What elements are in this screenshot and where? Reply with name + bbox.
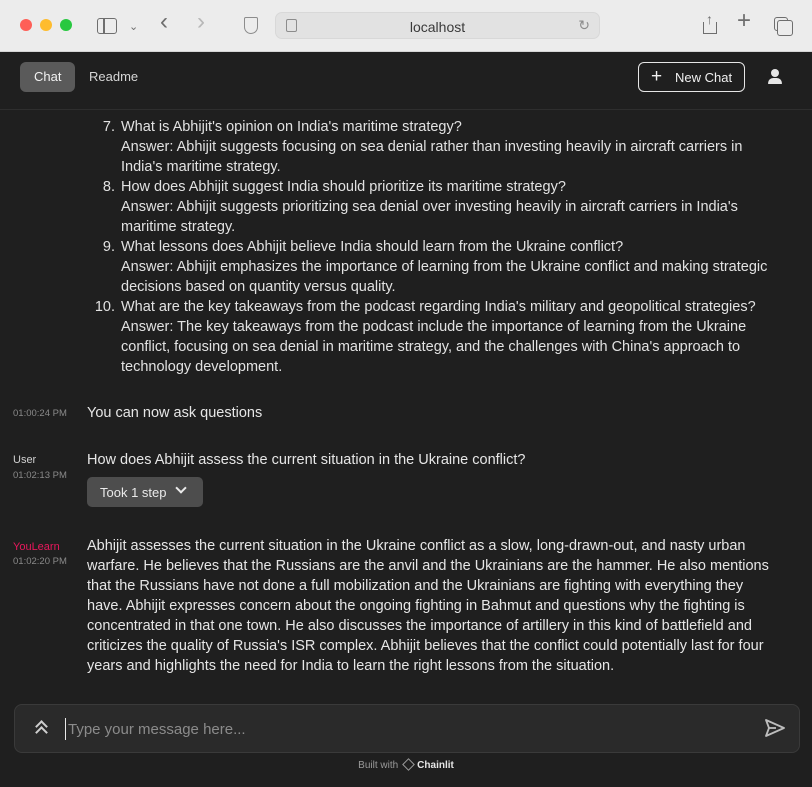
new-chat-label: New Chat <box>675 70 733 85</box>
expand-icon[interactable] <box>35 720 49 739</box>
built-with-text: Built with <box>358 760 399 771</box>
new-chat-button[interactable]: + New Chat <box>638 62 745 92</box>
message-timestamp: 01:02:20 PM <box>13 556 67 567</box>
message-input[interactable] <box>65 718 725 740</box>
user-icon[interactable] <box>766 68 784 86</box>
list-item: 7. What is Abhijit's opinion on India's … <box>102 119 743 175</box>
message-timestamp: 01:00:24 PM <box>13 408 67 419</box>
back-icon[interactable]: ‹ <box>160 10 168 34</box>
forward-icon[interactable]: › <box>197 10 205 34</box>
minimize-window-button[interactable] <box>40 19 52 31</box>
browser-toolbar: ⌄ ‹ › localhost ↻ ↑ + <box>0 0 812 52</box>
message-text: How does Abhijit assess the current situ… <box>87 452 526 468</box>
tabs-icon[interactable] <box>774 17 793 36</box>
list-item: 10. What are the key takeaways from the … <box>94 299 756 375</box>
sidebar-icon[interactable] <box>97 18 117 34</box>
plus-icon: + <box>651 66 663 87</box>
chevron-down-icon[interactable]: ⌄ <box>129 16 138 38</box>
reload-icon[interactable]: ↻ <box>578 17 590 34</box>
message-author: YouLearn <box>13 541 60 553</box>
tab-chat[interactable]: Chat <box>20 62 76 92</box>
step-label: Took 1 step <box>100 485 167 500</box>
plus-icon[interactable]: + <box>737 9 751 33</box>
shield-icon[interactable] <box>244 17 258 34</box>
message-composer <box>14 704 800 753</box>
message-timestamp: 01:02:13 PM <box>13 470 67 481</box>
close-window-button[interactable] <box>20 19 32 31</box>
brand-name[interactable]: Chainlit <box>417 760 454 771</box>
share-arrow-icon[interactable]: ↑ <box>706 11 713 27</box>
list-item: 8. How does Abhijit suggest India should… <box>102 179 738 235</box>
message-text: Abhijit assesses the current situation i… <box>87 538 769 674</box>
footer: Built with Chainlit <box>0 758 812 771</box>
url-text[interactable]: localhost <box>276 19 599 35</box>
app-header: Chat Readme + New Chat <box>0 52 812 110</box>
tab-readme[interactable]: Readme <box>75 62 152 92</box>
message-text: You can now ask questions <box>87 405 263 421</box>
address-bar[interactable]: localhost ↻ <box>275 12 600 39</box>
message-author: User <box>13 454 37 466</box>
send-icon[interactable] <box>765 719 785 737</box>
zoom-window-button[interactable] <box>60 19 72 31</box>
took-step-button[interactable]: Took 1 step <box>87 477 203 507</box>
chainlit-logo-icon <box>402 758 416 771</box>
list-item: 9. What lessons does Abhijit believe Ind… <box>102 239 768 295</box>
message-list: 7. What is Abhijit's opinion on India's … <box>0 111 812 701</box>
qa-list: 7. What is Abhijit's opinion on India's … <box>94 117 801 377</box>
chevron-down-icon <box>175 482 187 494</box>
